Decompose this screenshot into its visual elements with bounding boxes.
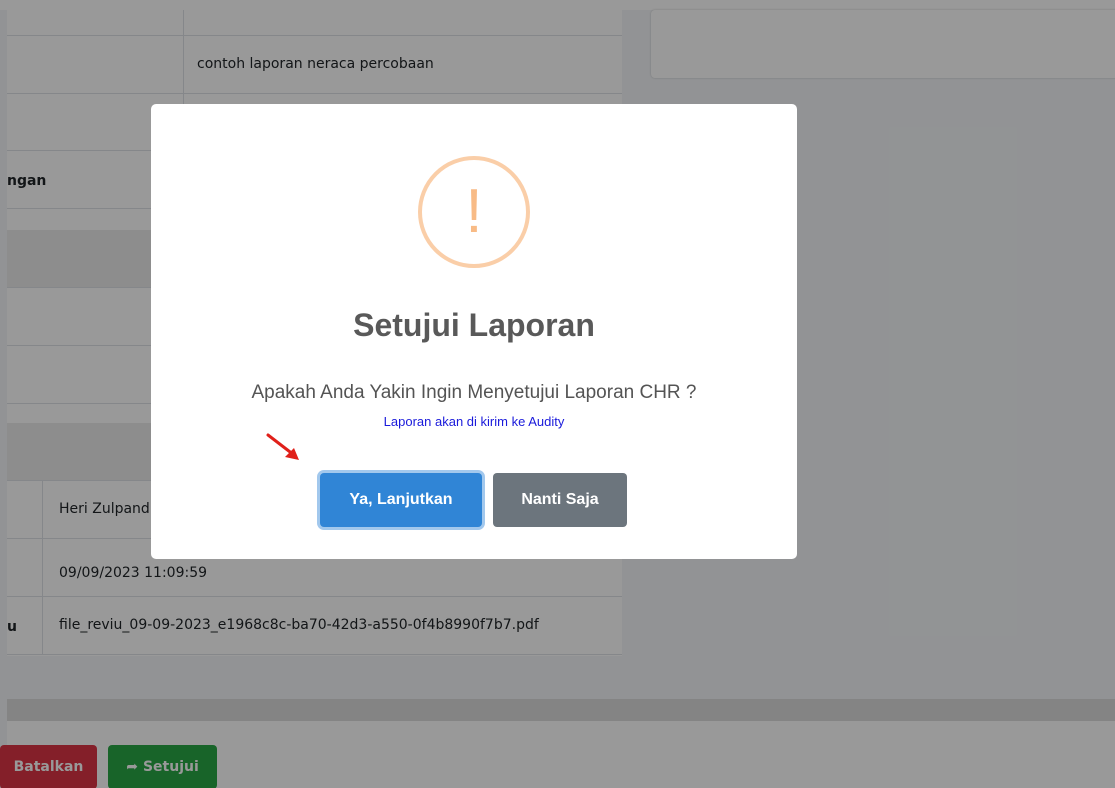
dialog-note: Laporan akan di kirim ke Audity — [383, 414, 565, 429]
page: contoh laporan neraca percobaan ngan Her… — [0, 0, 1115, 788]
confirm-dialog: ! Setujui Laporan Apakah Anda Yakin Ingi… — [151, 104, 797, 559]
warning-exclamation-icon: ! — [465, 177, 483, 246]
confirm-button[interactable]: Ya, Lanjutkan — [320, 473, 482, 527]
warning-icon: ! — [418, 156, 530, 268]
cancel-button[interactable]: Nanti Saja — [493, 473, 627, 527]
dialog-title: Setujui Laporan — [353, 307, 595, 343]
annotation-arrow-icon — [266, 433, 299, 460]
dialog-message: Apakah Anda Yakin Ingin Menyetujui Lapor… — [251, 382, 697, 403]
